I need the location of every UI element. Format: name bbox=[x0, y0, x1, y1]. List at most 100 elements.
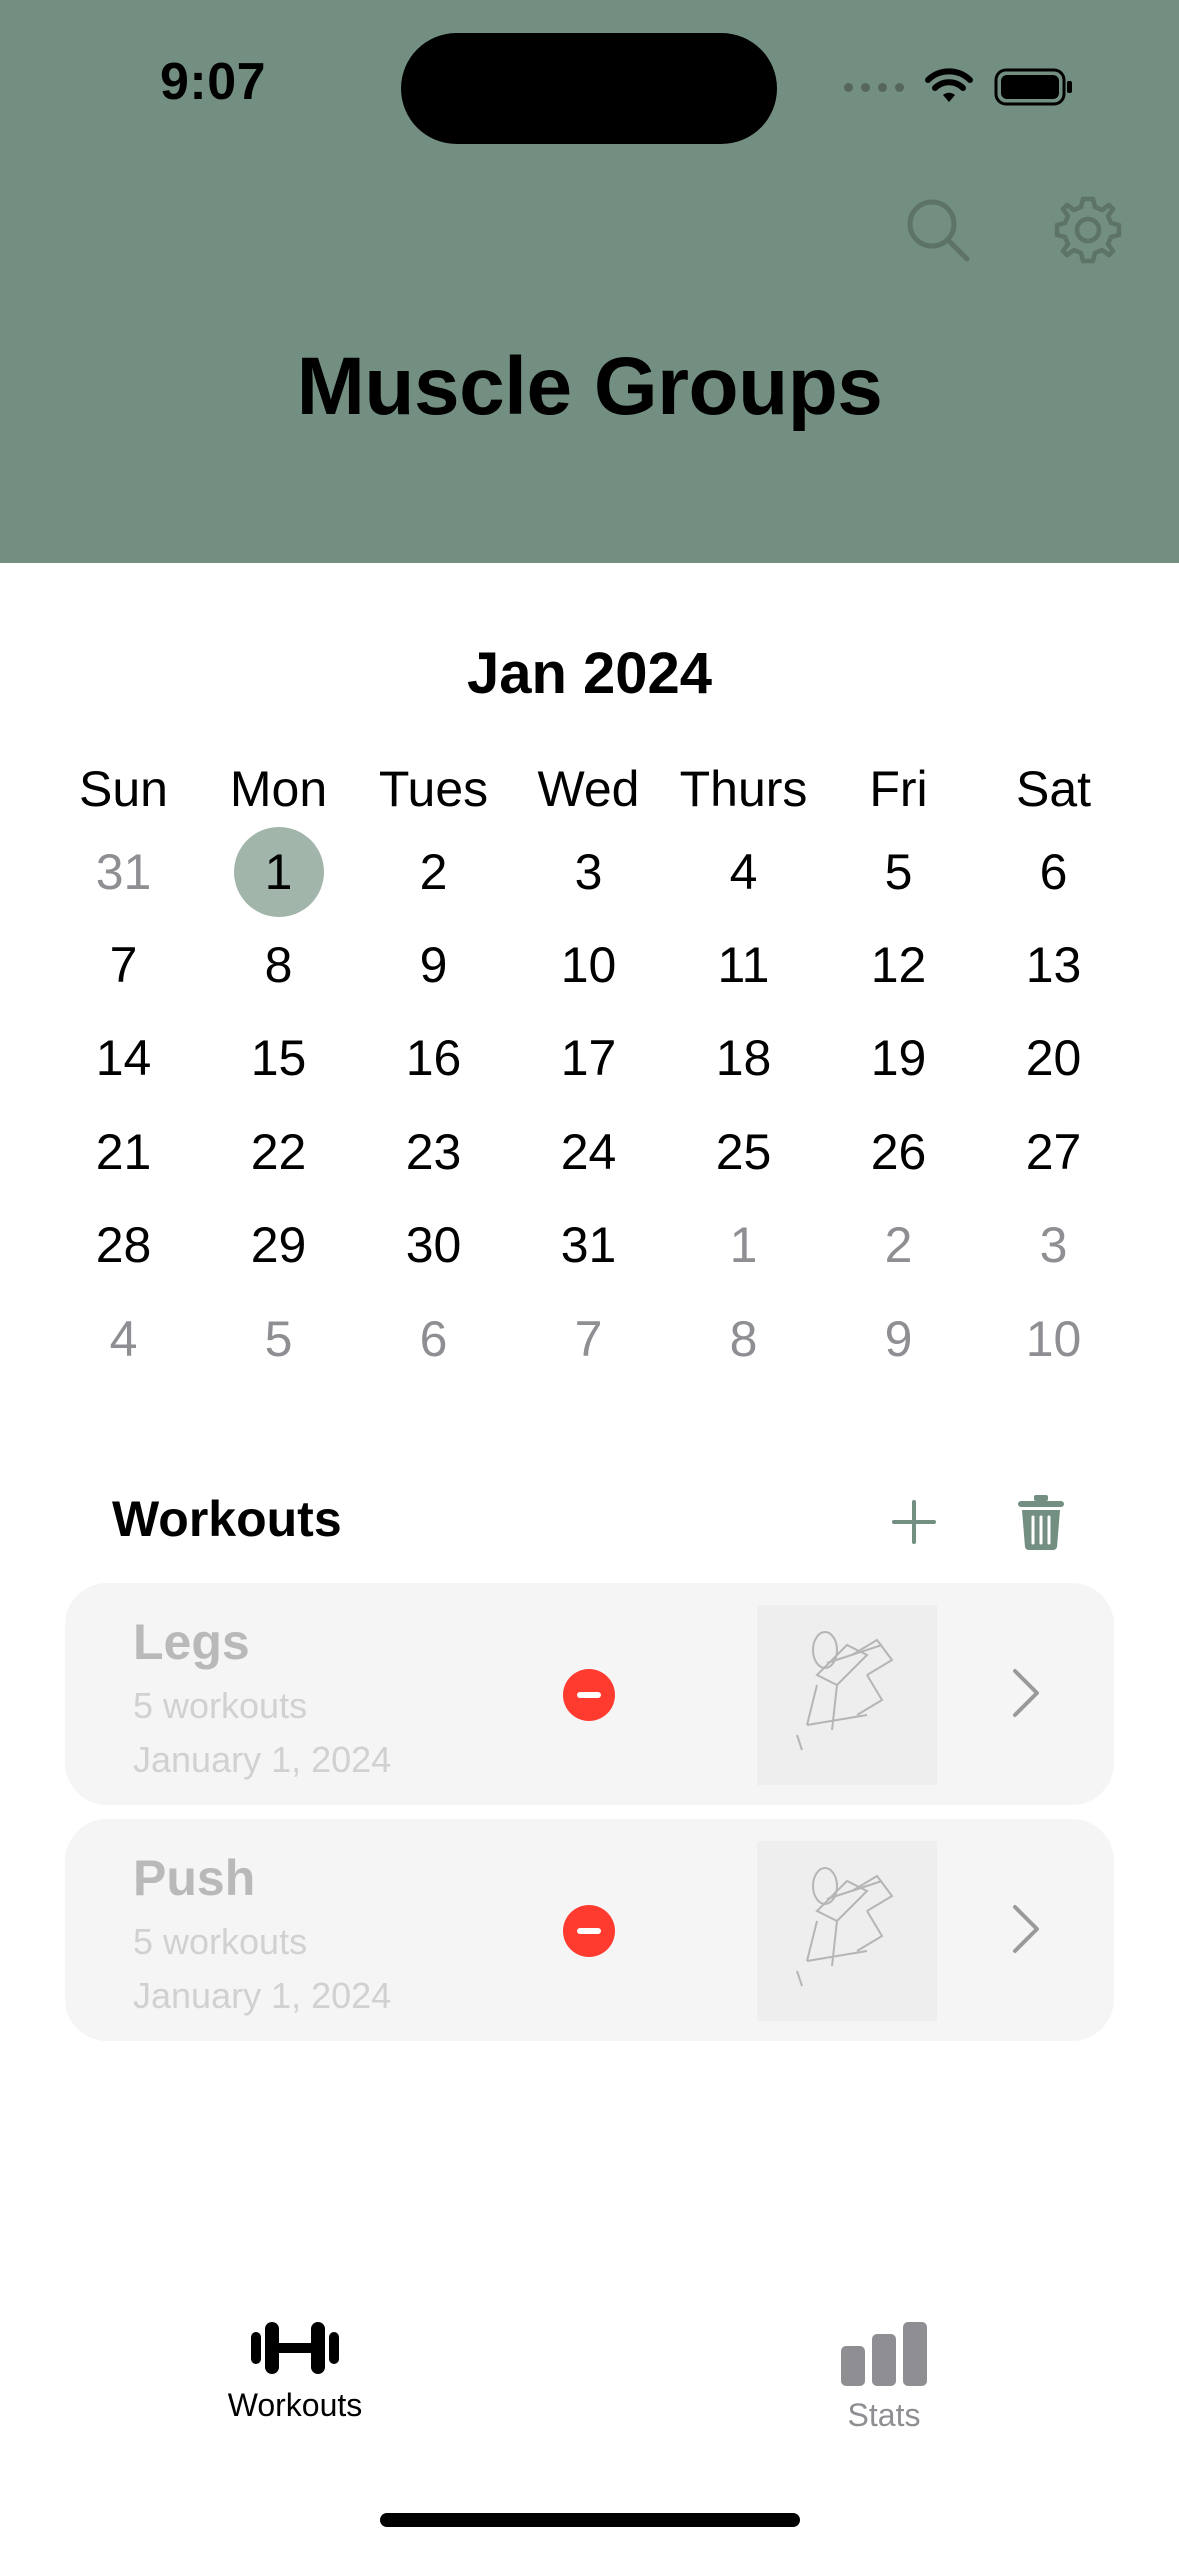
calendar-day[interactable]: 20 bbox=[976, 1012, 1131, 1105]
search-icon bbox=[907, 199, 970, 262]
calendar-day-number: 23 bbox=[405, 1123, 462, 1180]
calendar-day-selected[interactable]: 1 bbox=[201, 825, 356, 918]
calendar-day[interactable]: 8 bbox=[666, 1292, 821, 1385]
calendar-day-number: 5 bbox=[264, 1310, 293, 1367]
calendar-day[interactable]: 5 bbox=[821, 825, 976, 918]
calendar-day[interactable]: 10 bbox=[976, 1292, 1131, 1385]
calendar-day[interactable]: 2 bbox=[356, 825, 511, 918]
calendar-day[interactable]: 29 bbox=[201, 1199, 356, 1292]
calendar-day[interactable]: 6 bbox=[356, 1292, 511, 1385]
calendar-day[interactable]: 4 bbox=[46, 1292, 201, 1385]
calendar-day[interactable]: 15 bbox=[201, 1012, 356, 1105]
calendar-day-number: 2 bbox=[419, 843, 448, 900]
calendar-day[interactable]: 22 bbox=[201, 1105, 356, 1198]
calendar-day[interactable]: 8 bbox=[201, 918, 356, 1011]
calendar-day[interactable]: 18 bbox=[666, 1012, 821, 1105]
weekday-label: Sat bbox=[1015, 761, 1092, 817]
chevron-right-icon bbox=[1013, 1669, 1039, 1717]
workout-count: 5 workouts bbox=[133, 1685, 308, 1726]
remove-workout-button[interactable] bbox=[563, 1905, 615, 1957]
calendar-day[interactable]: 16 bbox=[356, 1012, 511, 1105]
calendar-day-number: 8 bbox=[264, 937, 293, 994]
calendar-day[interactable]: 24 bbox=[511, 1105, 666, 1198]
cellular-signal-icon bbox=[844, 82, 904, 92]
gear-icon bbox=[1054, 196, 1122, 264]
calendar-day[interactable]: 17 bbox=[511, 1012, 666, 1105]
weekday-label: Wed bbox=[537, 761, 640, 817]
calendar-day[interactable]: 13 bbox=[976, 918, 1131, 1011]
calendar-day-number: 24 bbox=[560, 1123, 617, 1180]
settings-button[interactable] bbox=[1048, 190, 1128, 270]
weekday-label: Mon bbox=[229, 761, 328, 817]
search-button[interactable] bbox=[898, 190, 978, 270]
calendar-day[interactable]: 31 bbox=[46, 825, 201, 918]
workout-name: Push bbox=[133, 1850, 256, 1906]
trash-icon bbox=[1018, 1495, 1064, 1550]
calendar-day[interactable]: 23 bbox=[356, 1105, 511, 1198]
calendar-day-number: 9 bbox=[419, 937, 448, 994]
calendar-day[interactable]: 31 bbox=[511, 1199, 666, 1292]
calendar-day-number: 18 bbox=[715, 1030, 772, 1087]
calendar-day[interactable]: 21 bbox=[46, 1105, 201, 1198]
remove-workout-button[interactable] bbox=[563, 1669, 615, 1721]
calendar-day[interactable]: 5 bbox=[201, 1292, 356, 1385]
calendar-day-number: 1 bbox=[264, 843, 293, 900]
calendar-day-number: 6 bbox=[419, 1310, 448, 1367]
tab-workouts[interactable]: Workouts bbox=[145, 2320, 445, 2424]
calendar-day-number: 12 bbox=[870, 937, 927, 994]
calendar-day[interactable]: 27 bbox=[976, 1105, 1131, 1198]
calendar-day-number: 31 bbox=[560, 1217, 617, 1274]
calendar-day[interactable]: 26 bbox=[821, 1105, 976, 1198]
calendar-day[interactable]: 28 bbox=[46, 1199, 201, 1292]
weekday-label: Sun bbox=[79, 761, 168, 817]
wifi-icon bbox=[925, 68, 973, 102]
calendar-day[interactable]: 3 bbox=[976, 1199, 1131, 1292]
workout-thumbnail bbox=[757, 1605, 937, 1785]
status-icons bbox=[844, 62, 1074, 112]
calendar-day[interactable]: 30 bbox=[356, 1199, 511, 1292]
calendar-day-number: 2 bbox=[884, 1217, 913, 1274]
calendar-day[interactable]: 12 bbox=[821, 918, 976, 1011]
delete-workouts-button[interactable] bbox=[1004, 1485, 1078, 1559]
calendar-day-number: 8 bbox=[729, 1310, 758, 1367]
page-title: Muscle Groups bbox=[296, 341, 883, 432]
calendar-day-number: 4 bbox=[109, 1310, 138, 1367]
calendar-day[interactable]: 10 bbox=[511, 918, 666, 1011]
weekday-label: Tues bbox=[378, 761, 489, 817]
tab-label: Workouts bbox=[227, 2387, 363, 2423]
calendar-day-number: 7 bbox=[574, 1310, 603, 1367]
calendar-day[interactable]: 4 bbox=[666, 825, 821, 918]
calendar-day[interactable]: 6 bbox=[976, 825, 1131, 918]
calendar-day-number: 30 bbox=[405, 1217, 462, 1274]
status-time: 9:07 bbox=[160, 53, 267, 111]
calendar-day[interactable]: 2 bbox=[821, 1199, 976, 1292]
calendar-day[interactable]: 9 bbox=[356, 918, 511, 1011]
leg-press-machine-icon bbox=[796, 1867, 894, 1987]
weekday-label: Thurs bbox=[679, 761, 808, 817]
calendar-day[interactable]: 9 bbox=[821, 1292, 976, 1385]
tab-stats[interactable]: Stats bbox=[734, 2320, 1034, 2434]
calendar-day-number: 28 bbox=[95, 1217, 152, 1274]
plus-icon bbox=[892, 1500, 936, 1544]
dynamic-island bbox=[401, 33, 777, 144]
workout-name: Legs bbox=[133, 1614, 250, 1670]
calendar-day[interactable]: 14 bbox=[46, 1012, 201, 1105]
workout-date: January 1, 2024 bbox=[133, 1739, 392, 1780]
home-indicator bbox=[380, 2513, 800, 2527]
weekday-label: Fri bbox=[869, 761, 928, 817]
workout-thumbnail bbox=[757, 1841, 937, 2021]
weekday-header: Sun Mon Tues Wed Thurs Fri Sat bbox=[46, 760, 1131, 818]
calendar-day[interactable]: 11 bbox=[666, 918, 821, 1011]
workout-card[interactable]: Push 5 workouts January 1, 2024 bbox=[65, 1819, 1114, 2041]
calendar-day[interactable]: 7 bbox=[511, 1292, 666, 1385]
calendar-day[interactable]: 7 bbox=[46, 918, 201, 1011]
workout-card[interactable]: Legs 5 workouts January 1, 2024 bbox=[65, 1583, 1114, 1805]
calendar-day-number: 4 bbox=[729, 843, 758, 900]
calendar-day[interactable]: 1 bbox=[666, 1199, 821, 1292]
calendar-day[interactable]: 19 bbox=[821, 1012, 976, 1105]
calendar-day[interactable]: 3 bbox=[511, 825, 666, 918]
calendar-day[interactable]: 25 bbox=[666, 1105, 821, 1198]
calendar-day-number: 15 bbox=[250, 1030, 307, 1087]
add-workout-button[interactable] bbox=[877, 1485, 951, 1559]
battery-icon bbox=[994, 68, 1072, 106]
